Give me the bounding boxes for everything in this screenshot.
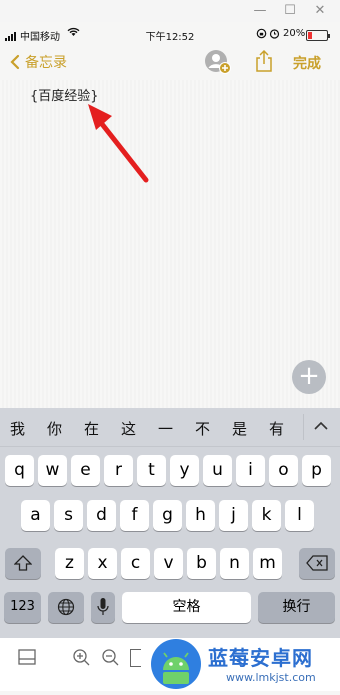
alarm-icon bbox=[269, 28, 280, 42]
annotation-arrow-icon bbox=[84, 100, 154, 189]
add-attachment-button[interactable]: + bbox=[292, 360, 326, 394]
key-z[interactable]: z bbox=[55, 548, 84, 579]
return-key[interactable]: 换行 bbox=[258, 592, 335, 623]
chevron-left-icon bbox=[10, 54, 20, 70]
globe-icon bbox=[57, 598, 75, 616]
key-q[interactable]: q bbox=[5, 455, 34, 486]
share-icon bbox=[256, 49, 272, 72]
nav-bar: 备忘录 完成 bbox=[0, 46, 340, 80]
back-button[interactable]: 备忘录 bbox=[10, 52, 67, 72]
key-y[interactable]: y bbox=[170, 455, 199, 486]
backspace-icon bbox=[306, 555, 328, 571]
globe-key[interactable] bbox=[48, 592, 84, 623]
key-o[interactable]: o bbox=[269, 455, 298, 486]
key-p[interactable]: p bbox=[302, 455, 331, 486]
key-k[interactable]: k bbox=[252, 500, 281, 531]
done-button[interactable]: 完成 bbox=[293, 53, 321, 73]
delete-key[interactable] bbox=[299, 548, 335, 579]
chevron-up-icon bbox=[314, 421, 328, 430]
key-x[interactable]: x bbox=[88, 548, 117, 579]
key-n[interactable]: n bbox=[220, 548, 249, 579]
numbers-key[interactable]: 123 bbox=[4, 592, 41, 623]
candidate-word[interactable]: 这 bbox=[121, 418, 136, 439]
key-c[interactable]: c bbox=[121, 548, 150, 579]
watermark-brand: 蓝莓安卓网 bbox=[208, 646, 313, 670]
key-f[interactable]: f bbox=[120, 500, 149, 531]
dictation-key[interactable] bbox=[91, 592, 115, 623]
back-label: 备忘录 bbox=[25, 55, 67, 71]
key-l[interactable]: l bbox=[285, 500, 314, 531]
add-people-button[interactable] bbox=[204, 49, 232, 79]
format-button[interactable] bbox=[18, 648, 36, 670]
key-b[interactable]: b bbox=[187, 548, 216, 579]
minimize-icon[interactable]: — bbox=[250, 2, 270, 20]
candidate-word[interactable]: 不 bbox=[195, 418, 210, 439]
battery-icon bbox=[306, 30, 330, 41]
key-u[interactable]: u bbox=[203, 455, 232, 486]
close-icon[interactable]: ✕ bbox=[310, 2, 330, 20]
key-a[interactable]: a bbox=[21, 500, 50, 531]
page-icon[interactable] bbox=[130, 649, 141, 667]
key-h[interactable]: h bbox=[186, 500, 215, 531]
shift-icon bbox=[13, 555, 33, 571]
zoom-in-button[interactable] bbox=[72, 648, 90, 670]
candidate-word[interactable]: 是 bbox=[232, 418, 247, 439]
zoom-out-icon bbox=[102, 649, 119, 666]
lock-rotation-icon bbox=[256, 28, 267, 42]
key-d[interactable]: d bbox=[87, 500, 116, 531]
key-s[interactable]: s bbox=[54, 500, 83, 531]
share-button[interactable] bbox=[255, 49, 273, 77]
key-i[interactable]: i bbox=[236, 455, 265, 486]
key-e[interactable]: e bbox=[71, 455, 100, 486]
maximize-icon[interactable]: ☐ bbox=[280, 2, 300, 20]
key-g[interactable]: g bbox=[153, 500, 182, 531]
key-j[interactable]: j bbox=[219, 500, 248, 531]
watermark-url: www.lmkjst.com bbox=[226, 671, 316, 684]
key-t[interactable]: t bbox=[137, 455, 166, 486]
key-r[interactable]: r bbox=[104, 455, 133, 486]
space-key[interactable]: 空格 bbox=[122, 592, 251, 623]
zoom-out-button[interactable] bbox=[101, 648, 119, 670]
candidate-word[interactable]: 我 bbox=[10, 418, 25, 439]
candidate-word[interactable]: 在 bbox=[84, 418, 99, 439]
key-w[interactable]: w bbox=[38, 455, 67, 486]
microphone-icon bbox=[97, 598, 109, 615]
candidate-word[interactable]: 一 bbox=[158, 418, 173, 439]
plus-icon: + bbox=[298, 361, 320, 391]
battery-percent: 20% bbox=[283, 28, 306, 39]
add-people-icon bbox=[205, 50, 231, 74]
status-bar: 中国移动 下午12:52 20% bbox=[0, 24, 340, 44]
key-v[interactable]: v bbox=[154, 548, 183, 579]
watermark-logo bbox=[150, 636, 202, 695]
candidate-word[interactable]: 有 bbox=[269, 418, 284, 439]
expand-candidates-button[interactable] bbox=[313, 417, 329, 436]
shift-key[interactable] bbox=[5, 548, 41, 579]
format-icon bbox=[18, 649, 36, 665]
candidate-divider bbox=[303, 414, 304, 440]
candidate-word[interactable]: 你 bbox=[47, 418, 62, 439]
zoom-in-icon bbox=[73, 649, 90, 666]
key-m[interactable]: m bbox=[253, 548, 282, 579]
note-body[interactable] bbox=[0, 80, 340, 408]
